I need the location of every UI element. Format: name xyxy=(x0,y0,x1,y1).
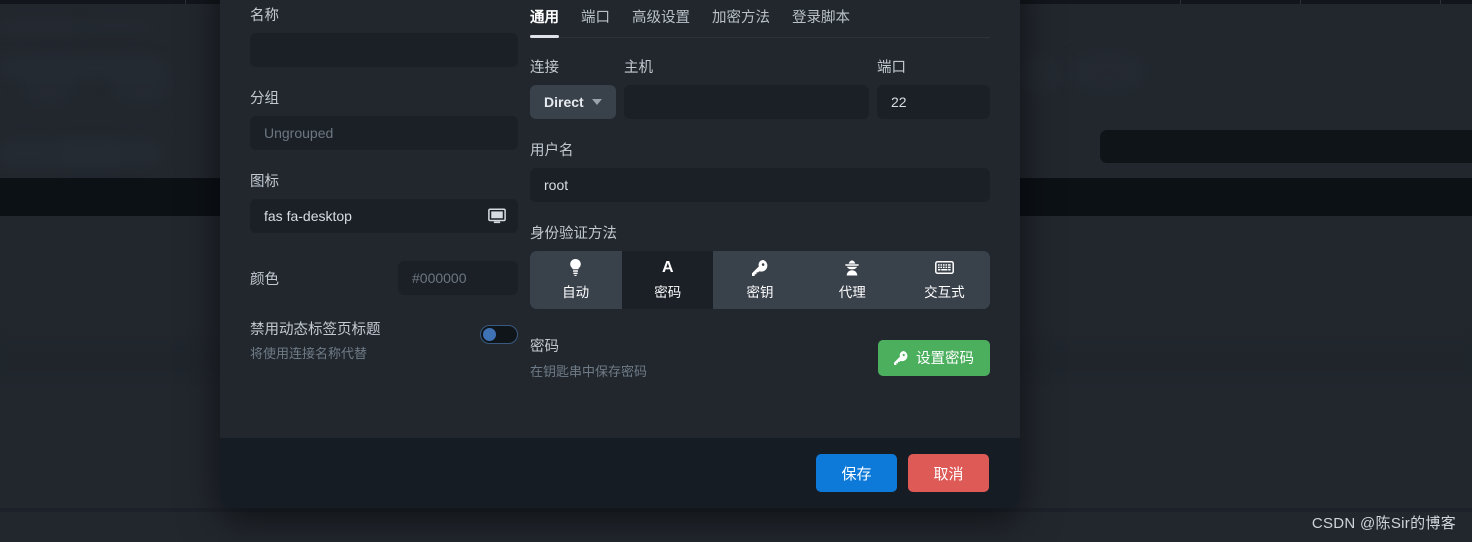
tab-encryption[interactable]: 加密方法 xyxy=(712,2,770,37)
auth-method-key[interactable]: 密钥 xyxy=(714,251,807,309)
tab-advanced[interactable]: 高级设置 xyxy=(632,2,690,37)
host-input[interactable] xyxy=(624,85,869,119)
name-input[interactable] xyxy=(250,33,518,67)
auth-method-buttons: 自动 A 密码 密钥 代理 交互式 xyxy=(530,251,990,309)
name-field-group: 名称 xyxy=(250,4,518,67)
connection-settings-dialog: 名称 分组 图标 fas fa-desktop xyxy=(220,0,1020,508)
dynamic-tab-title-toggle[interactable] xyxy=(480,325,518,344)
port-label: 端口 xyxy=(877,60,906,76)
lightbulb-icon xyxy=(569,259,582,276)
user-secret-icon xyxy=(844,259,860,276)
dynamic-tab-title-setting: 禁用动态标签页标题 将使用连接名称代替 xyxy=(250,321,518,362)
settings-tabs: 通用 端口 高级设置 加密方法 登录脚本 xyxy=(530,2,990,38)
background-ghost-shape xyxy=(0,22,85,32)
left-settings-column: 名称 分组 图标 fas fa-desktop xyxy=(250,0,518,438)
auth-method-interactive[interactable]: 交互式 xyxy=(898,251,990,309)
keyboard-icon xyxy=(934,259,954,276)
cancel-button[interactable]: 取消 xyxy=(908,454,989,492)
connect-type-select[interactable]: Direct xyxy=(530,85,616,119)
password-texts: 密码 在钥匙串中保存密码 xyxy=(530,335,878,380)
auth-method-interactive-label: 交互式 xyxy=(924,285,965,300)
watermark-text: CSDN @陈Sir的博客 xyxy=(1311,515,1456,532)
username-label: 用户名 xyxy=(530,143,574,159)
background-ghost-shape xyxy=(110,58,172,106)
set-password-button[interactable]: 设置密码 xyxy=(878,339,990,376)
color-input[interactable] xyxy=(398,261,518,295)
color-field-group: 颜色 xyxy=(250,261,518,295)
dialog-footer: 保存 取消 xyxy=(220,438,1020,508)
toggle-knob xyxy=(483,328,496,341)
auth-method-password[interactable]: A 密码 xyxy=(622,251,715,309)
host-field-group: 主机 xyxy=(624,56,869,119)
background-titlebar-divider xyxy=(1440,0,1441,4)
dialog-body: 名称 分组 图标 fas fa-desktop xyxy=(220,0,1020,438)
tab-general[interactable]: 通用 xyxy=(530,2,559,38)
icon-label: 图标 xyxy=(250,174,279,190)
group-field-group: 分组 xyxy=(250,87,518,150)
background-ghost-shape xyxy=(1020,55,1065,95)
port-field-group: 端口 xyxy=(877,56,990,119)
background-titlebar-divider xyxy=(185,0,186,4)
save-button[interactable]: 保存 xyxy=(816,454,897,492)
group-input[interactable] xyxy=(250,116,518,150)
name-label: 名称 xyxy=(250,8,279,24)
monitor-icon xyxy=(488,208,506,224)
password-row: 密码 在钥匙串中保存密码 设置密码 xyxy=(530,335,990,380)
auth-method-auto[interactable]: 自动 xyxy=(530,251,623,309)
auth-method-password-label: 密码 xyxy=(654,285,682,300)
password-description: 在钥匙串中保存密码 xyxy=(530,364,648,379)
chevron-down-icon xyxy=(591,99,602,105)
key-icon xyxy=(894,350,908,365)
background-ghost-shape xyxy=(83,22,148,30)
auth-method-group: 身份验证方法 自动 A 密码 密钥 代理 交互式 xyxy=(530,222,990,309)
tab-port[interactable]: 端口 xyxy=(581,2,610,37)
connection-row: 连接 Direct 主机 端口 xyxy=(530,56,990,119)
connect-field-group: 连接 Direct xyxy=(530,56,616,119)
background-ghost-shape xyxy=(20,55,78,107)
tab-login-script[interactable]: 登录脚本 xyxy=(792,2,850,37)
key-icon xyxy=(752,259,768,276)
set-password-button-label: 设置密码 xyxy=(916,351,974,367)
background-ghost-shape xyxy=(1068,50,1148,94)
group-label: 分组 xyxy=(250,91,279,107)
right-settings-column: 通用 端口 高级设置 加密方法 登录脚本 连接 Direct 主机 端口 22 … xyxy=(518,0,990,438)
auth-method-label: 身份验证方法 xyxy=(530,226,617,242)
background-bottom-band xyxy=(0,512,1472,542)
dynamic-tab-title-description: 将使用连接名称代替 xyxy=(250,345,368,361)
letter-a-icon: A xyxy=(662,259,674,276)
auth-method-agent-label: 代理 xyxy=(838,285,866,300)
username-field-group: 用户名 xyxy=(530,139,990,202)
color-label: 颜色 xyxy=(250,271,279,288)
connect-label: 连接 xyxy=(530,60,559,76)
dynamic-tab-title-texts: 禁用动态标签页标题 将使用连接名称代替 xyxy=(250,321,480,362)
password-title: 密码 xyxy=(530,339,559,355)
icon-picker[interactable]: fas fa-desktop xyxy=(250,199,518,233)
background-titlebar-divider xyxy=(1180,0,1181,4)
host-label: 主机 xyxy=(624,60,653,76)
background-ghost-shape xyxy=(60,140,160,166)
auth-method-agent[interactable]: 代理 xyxy=(806,251,899,309)
icon-value-text: fas fa-desktop xyxy=(264,208,352,224)
background-titlebar-divider xyxy=(1300,0,1301,4)
background-panel-card xyxy=(1100,130,1472,163)
username-input[interactable] xyxy=(530,168,990,202)
auth-method-key-label: 密钥 xyxy=(746,285,774,300)
connect-type-value: Direct xyxy=(544,94,584,110)
icon-field-group: 图标 fas fa-desktop xyxy=(250,170,518,233)
dynamic-tab-title-label: 禁用动态标签页标题 xyxy=(250,322,381,338)
port-input[interactable] xyxy=(877,85,990,119)
auth-method-auto-label: 自动 xyxy=(562,285,590,300)
